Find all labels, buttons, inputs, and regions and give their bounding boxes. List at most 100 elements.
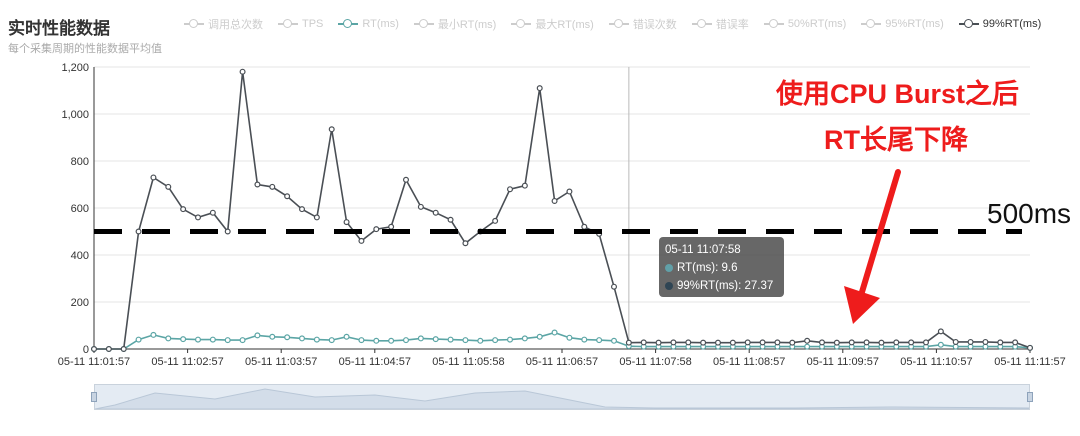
data-point-p99-rt [685,339,692,346]
tooltip-row-label: 99%RT(ms): 27.37 [677,280,774,292]
data-point-p99-rt [952,338,959,345]
threshold-label: 500ms [987,198,1072,229]
data-point-rt [521,335,528,342]
x-tick-label: 05-11 11:10:57 [900,356,972,368]
data-point-p99-rt [774,339,781,346]
annotation-line-2: RT长尾下降 [824,125,968,155]
data-point-rt [507,336,514,343]
data-point-rt [180,336,187,343]
data-point-p99-rt [239,68,246,75]
y-tick-label: 1,000 [61,109,89,121]
data-point-rt [492,337,499,344]
data-point-p99-rt [997,339,1004,346]
data-point-p99-rt [417,203,424,210]
data-point-p99-rt [180,206,187,213]
data-point-rt [313,336,320,343]
data-point-rt [224,337,231,344]
data-point-p99-rt [833,339,840,346]
y-tick-label: 600 [71,203,89,215]
data-point-rt [254,332,261,339]
data-point-rt [358,337,365,344]
data-point-rt [581,336,588,343]
slider-right-handle[interactable] [1027,392,1033,402]
data-point-p99-rt [224,228,231,235]
series-dot-icon [665,282,673,290]
data-point-p99-rt [729,339,736,346]
x-tick-label: 05-11 11:06:57 [526,356,598,368]
data-point-rt [150,331,157,338]
annotation-line-1: 使用CPU Burst之后 [776,79,1020,109]
data-point-p99-rt [373,226,380,233]
data-point-p99-rt [432,209,439,216]
data-point-rt [284,334,291,341]
x-tick-label: 05-11 11:07:58 [619,356,691,368]
data-point-rt [967,343,974,350]
slider-left-handle[interactable] [91,392,97,402]
data-point-p99-rt [165,183,172,190]
tooltip-row-p99: 99%RT(ms): 27.37 [665,277,778,295]
data-zoom-slider[interactable] [94,384,1030,410]
data-point-p99-rt [922,339,929,346]
data-point-p99-rt [105,346,112,353]
data-point-rt [328,337,335,344]
data-point-rt [596,337,603,344]
data-point-p99-rt [358,237,365,244]
data-point-p99-rt [299,206,306,213]
data-point-rt [462,337,469,344]
data-point-p99-rt [150,174,157,181]
y-tick-label: 800 [71,156,89,168]
data-point-p99-rt [328,126,335,133]
data-point-p99-rt [759,339,766,346]
data-point-p99-rt [551,197,558,204]
data-point-p99-rt [254,181,261,188]
data-point-p99-rt [536,85,543,92]
data-point-p99-rt [967,338,974,345]
data-point-p99-rt [492,217,499,224]
data-point-p99-rt [937,328,944,335]
data-point-p99-rt [269,183,276,190]
data-point-p99-rt [789,339,796,346]
x-tick-label: 05-11 11:05:58 [432,356,504,368]
data-point-p99-rt [566,188,573,195]
tooltip-row-label: RT(ms): 9.6 [677,262,738,274]
data-point-p99-rt [209,209,216,216]
data-point-rt [388,337,395,344]
data-point-p99-rt [714,339,721,346]
data-point-p99-rt [893,339,900,346]
data-point-rt [343,333,350,340]
data-point-p99-rt [521,182,528,189]
data-point-rt [135,336,142,343]
x-tick-label: 05-11 11:11:57 [994,356,1066,368]
data-point-rt [432,336,439,343]
line-chart: 0 200 400 600 800 1,000 1,200 05-11 11:01:57 05-… [58,62,1066,368]
x-tick-label: 05-11 11:02:57 [151,356,223,368]
data-point-rt [610,337,617,344]
data-point-p99-rt [135,228,142,235]
tooltip-row-rt: RT(ms): 9.6 [665,259,778,277]
data-point-p99-rt [1012,339,1019,346]
y-tick-label: 400 [71,250,89,262]
data-point-p99-rt [908,339,915,346]
data-point-p99-rt [610,283,617,290]
data-point-rt [403,337,410,344]
data-point-rt [239,337,246,344]
x-tick-label: 05-11 11:01:57 [58,356,130,368]
data-point-p99-rt [447,216,454,223]
data-point-p99-rt [462,240,469,247]
data-point-p99-rt [625,339,632,346]
data-point-p99-rt [744,339,751,346]
x-tick-label: 05-11 11:08:57 [713,356,785,368]
data-point-rt [447,336,454,343]
y-tick-label: 0 [83,344,89,356]
data-point-p99-rt [804,337,811,344]
data-point-p99-rt [343,219,350,226]
data-point-rt [299,335,306,342]
data-point-rt [165,335,172,342]
data-point-rt [982,343,989,350]
data-point-p99-rt [90,346,97,353]
data-point-p99-rt [388,223,395,230]
x-tick-label: 05-11 11:03:57 [245,356,317,368]
chart-tooltip: 05-11 11:07:58 RT(ms): 9.6 99%RT(ms): 27… [659,237,784,297]
data-point-rt [209,336,216,343]
data-point-rt [269,333,276,340]
